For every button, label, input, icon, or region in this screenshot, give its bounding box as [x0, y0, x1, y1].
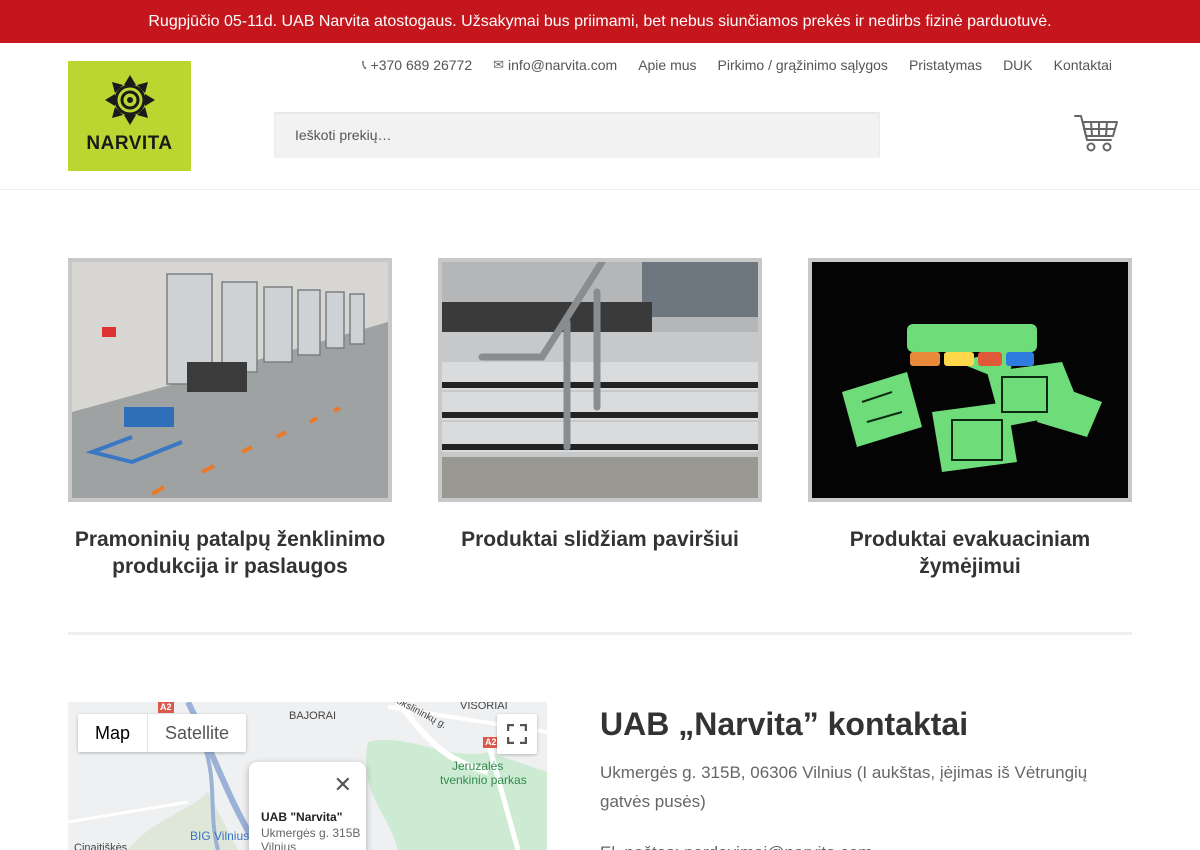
- contacts-section: UAB „Narvita” kontaktai Ukmergės g. 315B…: [600, 702, 1132, 850]
- category-card-antislip[interactable]: Produktai slidžiam paviršiui: [438, 258, 762, 580]
- section-divider: [68, 632, 1132, 635]
- phone-icon: 📞︎: [361, 57, 367, 72]
- category-image-antislip[interactable]: [438, 258, 762, 502]
- map-route-a2: A2: [485, 737, 497, 747]
- map-info-window: ✕ UAB "Narvita" Ukmergės g. 315B Vilnius: [249, 762, 366, 850]
- logo-text: NARVITA: [86, 133, 173, 154]
- close-icon[interactable]: ✕: [334, 774, 352, 796]
- nav-link-pirkimo-salygos[interactable]: Pirkimo / grąžinimo sąlygos: [718, 57, 888, 73]
- map-tab-satellite[interactable]: Satellite: [148, 714, 246, 752]
- map-tab-map[interactable]: Map: [78, 714, 149, 752]
- map-label-cinaitiskes: Cinaitiškės: [74, 842, 128, 850]
- info-window-name: UAB "Narvita": [261, 810, 343, 824]
- shopping-cart-icon: [1074, 115, 1118, 152]
- category-title-evacuation[interactable]: Produktai evakuaciniam žymėjimui: [808, 526, 1132, 580]
- map-label-big: BIG Vilnius: [190, 829, 250, 843]
- email-link[interactable]: ✉︎ info@narvita.com: [493, 57, 617, 73]
- category-image-evacuation[interactable]: [808, 258, 1132, 502]
- map-route-a2-north: A2: [160, 702, 172, 712]
- glow-signs-photo: [812, 262, 1128, 498]
- contacts-address: Ukmergės g. 315B, 06306 Vilnius (I aukšt…: [600, 763, 1088, 811]
- email-address: info@narvita.com: [508, 57, 618, 73]
- map-label-visoriai: VISORIAI: [460, 702, 508, 712]
- category-title-antislip[interactable]: Produktai slidžiam paviršiui: [461, 526, 739, 553]
- map-label-park: Jeruzalės: [452, 759, 504, 773]
- category-card-evacuation[interactable]: Produktai evakuaciniam žymėjimui: [808, 258, 1132, 580]
- site-logo[interactable]: NARVITA: [68, 61, 191, 171]
- site-header: NARVITA 📞︎ +370 689 26772 ✉︎ info@narvit…: [0, 43, 1200, 190]
- envelope-icon: ✉︎: [493, 57, 505, 72]
- info-window-address: Ukmergės g. 315B: [261, 826, 361, 840]
- warehouse-floor-photo: [72, 262, 388, 498]
- nav-link-duk[interactable]: DUK: [1003, 57, 1033, 73]
- announcement-text: Rugpjūčio 05-11d. UAB Narvita atostogaus…: [148, 12, 1052, 30]
- map-label-park2: tvenkinio parkas: [440, 773, 527, 787]
- contacts-email[interactable]: El. paštas: pardavimai@narvita.com: [600, 838, 1132, 850]
- product-search-input[interactable]: [274, 112, 880, 158]
- phone-link[interactable]: 📞︎ +370 689 26772: [362, 57, 472, 73]
- map-type-toggle: Map Satellite: [78, 714, 247, 752]
- top-navigation: 📞︎ +370 689 26772 ✉︎ info@narvita.com Ap…: [362, 57, 1112, 73]
- map-fullscreen-button[interactable]: [497, 714, 537, 754]
- info-window-city: Vilnius: [261, 840, 297, 850]
- stairs-photo: [442, 262, 758, 498]
- nav-link-apie-mus[interactable]: Apie mus: [638, 57, 696, 73]
- category-image-industrial[interactable]: [68, 258, 392, 502]
- category-grid: Pramoninių patalpų ženklinimo produkcija…: [68, 258, 1132, 580]
- fullscreen-icon: [507, 724, 527, 744]
- nav-link-pristatymas[interactable]: Pristatymas: [909, 57, 982, 73]
- google-map[interactable]: BAJORAI VISORIAI Mokslininkų g. Jeruzalė…: [68, 702, 547, 850]
- category-card-industrial[interactable]: Pramoninių patalpų ženklinimo produkcija…: [68, 258, 392, 580]
- category-title-industrial[interactable]: Pramoninių patalpų ženklinimo produkcija…: [68, 526, 392, 580]
- nav-link-kontaktai[interactable]: Kontaktai: [1054, 57, 1112, 73]
- narvita-emblem-icon: [104, 75, 155, 125]
- map-label-bajorai: BAJORAI: [289, 710, 337, 722]
- phone-number: +370 689 26772: [370, 57, 473, 73]
- cart-button[interactable]: [1073, 113, 1119, 155]
- announcement-bar: Rugpjūčio 05-11d. UAB Narvita atostogaus…: [0, 0, 1200, 43]
- contacts-title: UAB „Narvita” kontaktai: [600, 706, 969, 742]
